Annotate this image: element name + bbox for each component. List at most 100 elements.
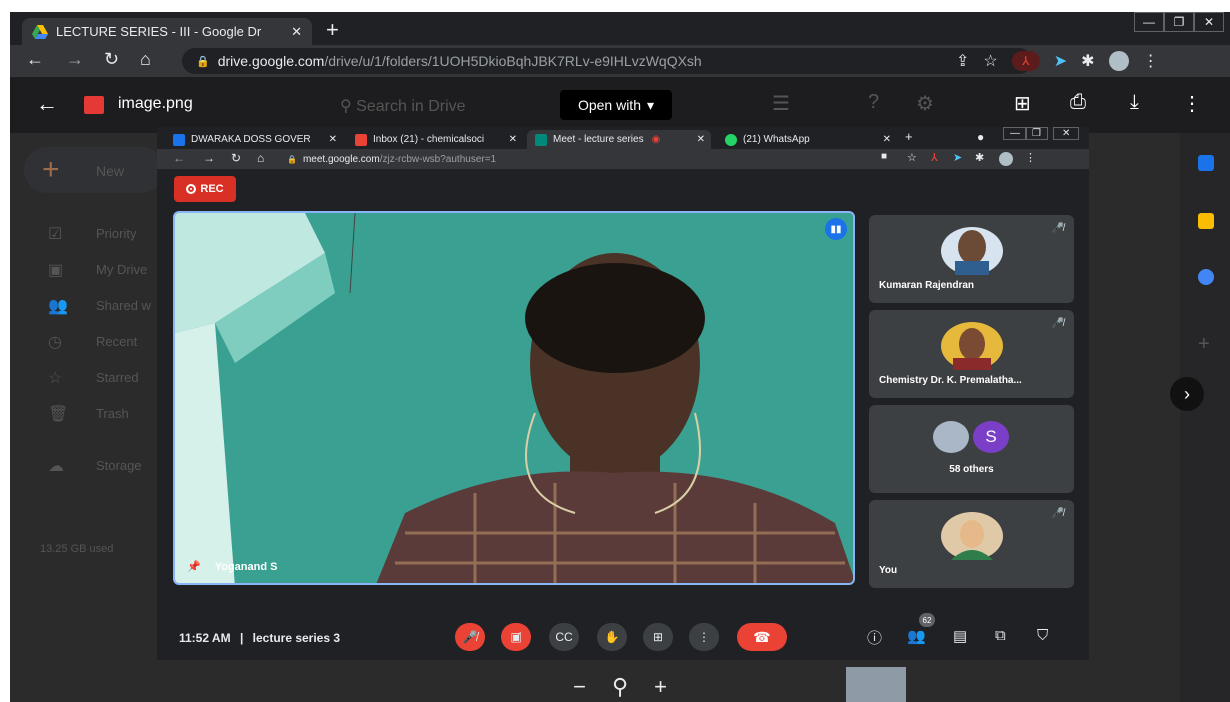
sidebar-item-trash[interactable]: 🗑 Trash	[10, 399, 160, 429]
toolbar-extensions: ⇪ ☆ ⅄ ➤ ✱ ⋮	[956, 51, 1159, 71]
inner-tab-inbox[interactable]: Inbox (21) - chemicalsoci ✕	[347, 130, 523, 149]
open-with-button[interactable]: Open with ▾	[560, 90, 672, 120]
close-tab-icon[interactable]: ✕	[697, 134, 705, 145]
reload-icon[interactable]: ↻	[104, 49, 119, 70]
back-arrow-icon[interactable]: ←	[173, 151, 185, 165]
meeting-time: 11:52 AM	[179, 631, 231, 645]
participant-avatar	[941, 322, 1003, 370]
forward-arrow-icon[interactable]: →	[66, 49, 84, 70]
inner-address-bar[interactable]: 🔒 meet.google.com/zjz-rcbw-wsb?authuser=…	[287, 151, 927, 167]
pdf-extension-icon[interactable]: ⅄	[931, 151, 938, 164]
filter-icon: ☰	[772, 93, 790, 115]
outer-tab-drive[interactable]: LECTURE SERIES - III - Google Dr ✕	[22, 18, 312, 45]
bookmark-star-icon[interactable]: ☆	[983, 51, 997, 71]
menu-kebab-icon[interactable]: ⋮	[1143, 51, 1159, 71]
file-thumbnail[interactable]	[846, 667, 906, 702]
share-icon[interactable]: ⇪	[956, 51, 969, 71]
close-tab-icon[interactable]: ✕	[509, 134, 517, 145]
forward-arrow-icon[interactable]: →	[203, 151, 215, 165]
zoom-reset-icon[interactable]: ⚲	[612, 674, 628, 700]
more-actions-icon[interactable]: ⋮	[1182, 91, 1202, 116]
participant-name: Chemistry Dr. K. Premalatha...	[879, 375, 1022, 386]
download-icon[interactable]: ⤓	[1130, 91, 1139, 114]
profile-avatar[interactable]	[1108, 51, 1129, 71]
send-extension-icon[interactable]: ➤	[953, 151, 962, 164]
participant-tile-self[interactable]: 🎤̸ You	[869, 500, 1074, 588]
restore-icon[interactable]: ❐	[1025, 127, 1048, 140]
present-screen-button[interactable]: ⊞	[643, 623, 673, 651]
camera-indicator-icon[interactable]: ■	[881, 151, 887, 162]
image-file-icon	[84, 96, 104, 114]
mic-off-button[interactable]: 🎤̸	[455, 623, 485, 651]
sidebar-item-storage[interactable]: ☁ Storage	[10, 451, 160, 481]
sidebar-item-recent[interactable]: ◷ Recent	[10, 327, 160, 357]
next-file-button[interactable]: ›	[1170, 377, 1204, 411]
home-icon[interactable]: ⌂	[140, 49, 151, 70]
sidebar-item-shared[interactable]: 👥 Shared w	[10, 291, 160, 321]
meeting-details-icon[interactable]: ⓘ	[867, 627, 882, 648]
zoom-in-icon[interactable]: +	[654, 674, 667, 700]
zoom-out-icon[interactable]: −	[573, 674, 586, 700]
print-icon[interactable]: ⎙	[1070, 91, 1086, 114]
puzzle-extensions-icon[interactable]: ✱	[975, 151, 984, 164]
chat-icon[interactable]: ▤	[953, 627, 967, 645]
rec-label: REC	[200, 183, 224, 195]
participant-tile[interactable]: 🎤̸ Chemistry Dr. K. Premalatha...	[869, 310, 1074, 398]
menu-kebab-icon[interactable]: ⋮	[1025, 151, 1036, 164]
puzzle-extensions-icon[interactable]: ✱	[1081, 51, 1094, 71]
inner-tab-label: Meet - lecture series	[553, 134, 644, 145]
record-icon	[186, 184, 197, 194]
people-icon[interactable]: 👥	[907, 627, 926, 645]
address-bar[interactable]: 🔒 drive.google.com/drive/u/1/folders/1UO…	[182, 48, 1032, 74]
captions-button[interactable]: CC	[549, 623, 579, 651]
add-addon-icon[interactable]: +	[1198, 333, 1210, 356]
close-window-icon[interactable]: ✕	[1194, 12, 1224, 32]
camera-off-button[interactable]: ▣̸	[501, 623, 531, 651]
sidebar-item-starred[interactable]: ☆ Starred	[10, 363, 160, 393]
keep-icon[interactable]	[1198, 213, 1214, 229]
activities-icon[interactable]: ⧉	[995, 627, 1006, 644]
add-comment-icon[interactable]: ⊞	[1014, 91, 1031, 116]
close-tab-icon[interactable]: ✕	[329, 134, 337, 145]
back-arrow-icon[interactable]: ←	[36, 91, 58, 117]
restore-icon[interactable]: ❐	[1164, 12, 1194, 32]
minimize-icon[interactable]: —	[1003, 127, 1027, 140]
close-tab-icon[interactable]: ✕	[883, 134, 891, 145]
main-speaker-video[interactable]: ▮▮ 📌 Yoganand S	[173, 211, 855, 585]
new-tab-button[interactable]: +	[905, 129, 913, 144]
send-extension-icon[interactable]: ➤	[1054, 51, 1067, 71]
tasks-icon[interactable]	[1198, 269, 1214, 285]
home-icon[interactable]: ⌂	[257, 151, 264, 165]
participant-tile[interactable]: 🎤̸ Kumaran Rajendran	[869, 215, 1074, 303]
bookmark-star-icon[interactable]: ☆	[907, 151, 917, 164]
pin-icon[interactable]: 📌	[187, 560, 201, 573]
hang-up-button[interactable]: ☎	[737, 623, 787, 651]
participant-tile-others[interactable]: S 58 others	[869, 405, 1074, 493]
lock-icon: 🔒	[196, 55, 210, 68]
pdf-extension-icon[interactable]: ⅄	[1011, 51, 1040, 71]
profile-avatar[interactable]	[999, 152, 1013, 166]
new-button[interactable]: + New	[24, 147, 164, 193]
recording-badge: REC	[174, 176, 236, 202]
back-arrow-icon[interactable]: ←	[26, 49, 44, 70]
inner-tab-whatsapp[interactable]: (21) WhatsApp ✕	[717, 130, 897, 149]
reload-icon[interactable]: ↻	[231, 151, 241, 165]
sidebar-item-priority[interactable]: ☑ Priority	[10, 219, 160, 249]
lock-icon: 🔒	[287, 154, 297, 164]
new-label: New	[96, 163, 125, 179]
raise-hand-button[interactable]: ✋	[597, 623, 627, 651]
calendar-icon[interactable]	[1198, 155, 1214, 171]
close-tab-icon[interactable]: ✕	[291, 24, 302, 40]
screenshot: LECTURE SERIES - III - Google Dr ✕ + — ❐…	[10, 12, 1230, 702]
sidebar-item-label: Priority	[96, 226, 137, 241]
search-input[interactable]: ⚲ Search in Drive	[340, 96, 466, 116]
minimize-icon[interactable]: —	[1134, 12, 1164, 32]
new-tab-button[interactable]: +	[326, 18, 339, 42]
inner-tab-meet[interactable]: Meet - lecture series ◉ ✕	[527, 130, 711, 149]
tab-search-icon[interactable]: ●	[977, 130, 984, 144]
sidebar-item-my-drive[interactable]: ▣ My Drive	[10, 255, 160, 285]
close-window-icon[interactable]: ✕	[1053, 127, 1080, 140]
host-controls-icon[interactable]: ⛉	[1037, 627, 1048, 644]
more-options-button[interactable]: ⋮	[689, 623, 719, 651]
inner-tab-dwaraka[interactable]: DWARAKA DOSS GOVER ✕	[165, 130, 343, 149]
